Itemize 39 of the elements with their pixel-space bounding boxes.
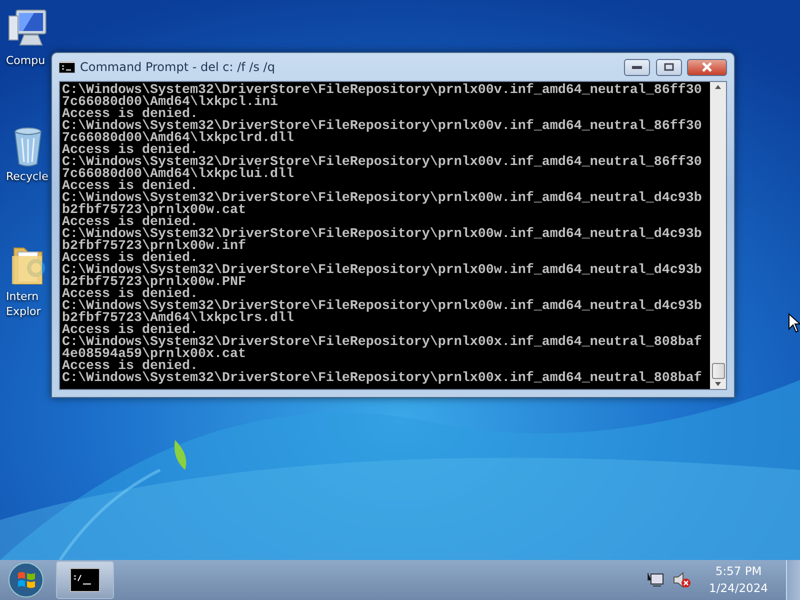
icon-label: Recycle [6, 170, 48, 183]
console-line: C:\Windows\System32\DriverStore\FileRepository\prnlx00w.inf_amd64_neutral_d4c93b [62, 193, 703, 205]
muted-speaker-icon[interactable] [673, 572, 692, 588]
console-line: C:\Windows\System32\DriverStore\FileRepository\prnlx00x.inf_amd64_neutral_808baf [62, 373, 703, 385]
console-line: 4e08594a59\prnlx00x.cat [62, 349, 246, 361]
console-line: b2fbf75723\prnlx00w.inf [62, 241, 246, 253]
clock-time: 5:57 PM [715, 563, 762, 580]
maximize-icon [664, 63, 674, 71]
clock-date: 1/24/2024 [709, 580, 768, 597]
icon-label: Compu [6, 54, 46, 67]
console-line: b2fbf75723\prnlx00w.cat [62, 205, 246, 217]
console-line: 7c66080d00\Amd64\lxkpclui.dll [62, 169, 294, 181]
minimize-icon [632, 66, 642, 68]
console-line: C:\Windows\System32\DriverStore\FileRepository\prnlx00w.inf_amd64_neutral_d4c93b [62, 301, 703, 313]
network-icon[interactable] [647, 572, 666, 588]
icon-label: Explor [6, 305, 41, 318]
command-prompt-taskbar-button[interactable] [56, 561, 114, 599]
console-line: C:\Windows\System32\DriverStore\FileRepository\prnlx00v.inf_amd64_neutral_86ff30 [62, 121, 703, 133]
close-button[interactable] [687, 58, 727, 76]
console-line: 7c66080d00\Amd64\lxkpcl.ini [62, 97, 278, 109]
console-line: C:\Windows\System32\DriverStore\FileRepository\prnlx00v.inf_amd64_neutral_86ff30 [62, 85, 703, 97]
mouse-cursor-icon [788, 313, 800, 333]
scrollbar[interactable] [710, 82, 726, 389]
console-line: C:\Windows\System32\DriverStore\FileRepository\prnlx00v.inf_amd64_neutral_86ff30 [62, 157, 703, 169]
maximize-button[interactable] [656, 58, 682, 76]
console-line: C:\Windows\System32\DriverStore\FileRepository\prnlx00w.inf_amd64_neutral_d4c93b [62, 265, 703, 277]
icon-label: Intern [6, 290, 39, 303]
console-line: C:\Windows\System32\DriverStore\FileRepository\prnlx00w.inf_amd64_neutral_d4c93b [62, 229, 703, 241]
close-icon [701, 62, 713, 72]
console-icon [59, 61, 75, 73]
window-title: Command Prompt - del c: /f /s /q [80, 60, 276, 74]
console-icon [70, 568, 100, 592]
console-line: b2fbf75723\prnlx00w.PNF [62, 277, 246, 289]
start-button[interactable] [6, 560, 46, 600]
minimize-button[interactable] [624, 58, 650, 76]
console-line: C:\Windows\System32\DriverStore\FileRepository\prnlx00x.inf_amd64_neutral_808baf [62, 337, 703, 349]
console-line: 7c66080d00\Amd64\lxkpclrd.dll [62, 133, 294, 145]
scroll-thumb[interactable] [712, 363, 724, 379]
console-line: b2fbf75723\Amd64\lxkpclrs.dll [62, 313, 294, 325]
